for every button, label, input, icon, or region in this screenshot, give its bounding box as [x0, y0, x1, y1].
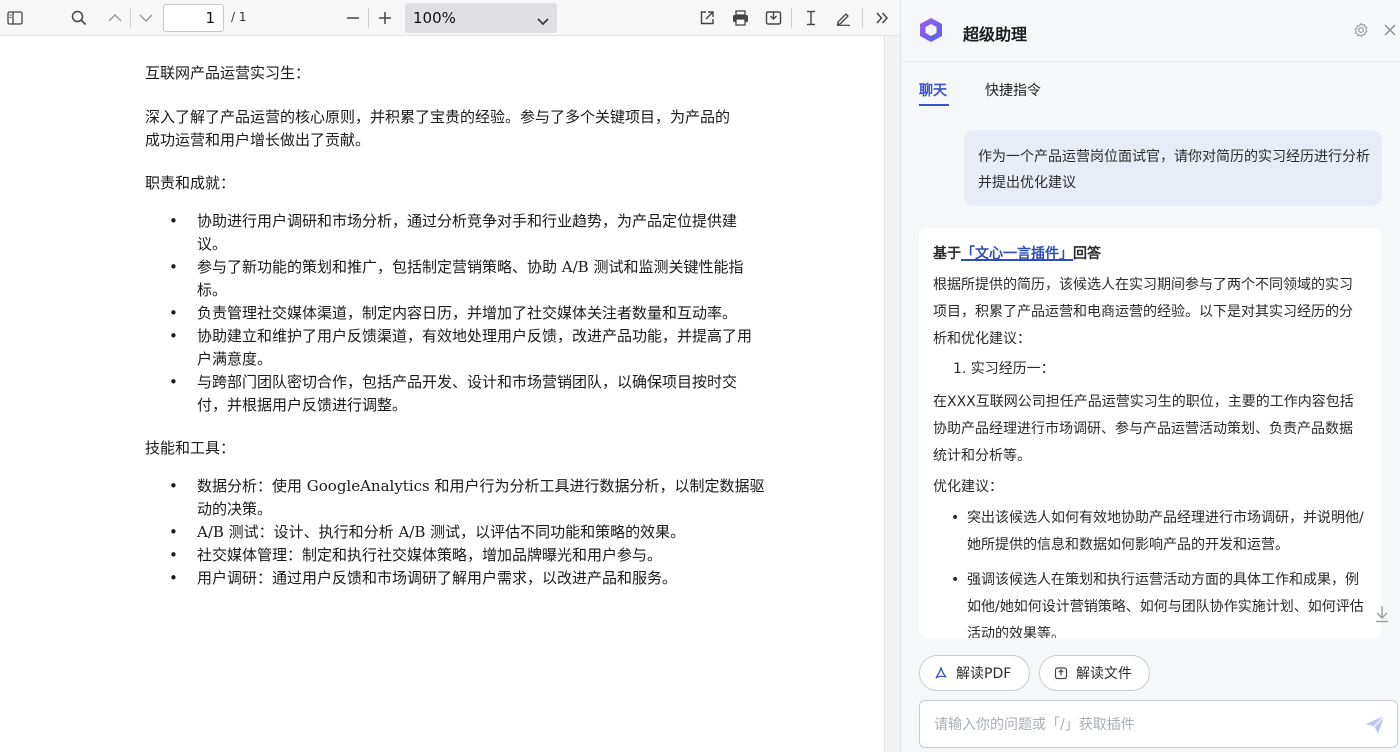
- page-total: / 1: [231, 10, 247, 24]
- user-message-bubble: 作为一个产品运营岗位面试官，请你对简历的实习经历进行分析并提出优化建议: [964, 130, 1382, 206]
- chip-label: 解读PDF: [956, 666, 1012, 682]
- assistant-header: 超级助理: [901, 0, 1400, 62]
- plugin-link[interactable]: 「文心一言插件」: [961, 246, 1073, 262]
- toolbar-divider: [791, 8, 792, 28]
- duties-heading: 职责和成就：: [145, 174, 236, 192]
- skills-heading: 技能和工具：: [145, 439, 236, 457]
- scroll-to-bottom-icon[interactable]: [1371, 603, 1393, 625]
- previous-page-icon[interactable]: [106, 6, 124, 30]
- answer-numbered-item: 1. 实习经历一：: [953, 361, 1055, 377]
- open-external-icon[interactable]: [697, 6, 717, 30]
- answer-title-prefix: 基于: [933, 246, 961, 262]
- pdf-icon: [934, 666, 948, 680]
- draw-icon[interactable]: [833, 6, 853, 30]
- assistant-panel: 超级助理 聊天 快捷指令 作为一个产品运营岗位面试官，请你对简历的实习经历进行分…: [900, 0, 1400, 752]
- close-icon[interactable]: [1383, 22, 1397, 41]
- page-number-input[interactable]: 1: [163, 4, 224, 32]
- chat-input-box: [919, 700, 1398, 748]
- intro-paragraph: 深入了解了产品运营的核心原则，并积累了宝贵的经验。参与了多个关键项目，为产品的成…: [145, 108, 731, 149]
- send-icon[interactable]: [1364, 714, 1386, 740]
- next-page-icon[interactable]: [137, 6, 155, 30]
- resume-content: 互联网产品运营实习生： 深入了解了产品运营的核心原则，并积累了宝贵的经验。参与了…: [145, 62, 765, 590]
- toolbar-divider: [130, 8, 131, 28]
- list-item: 与跨部门团队密切合作，包括产品开发、设计和市场营销团队，以确保项目按时交付，并根…: [145, 371, 765, 417]
- list-item: 强调该候选人在策划和执行运营活动方面的具体工作和成果，例如他/她如何设计营销策略…: [933, 567, 1366, 638]
- list-item: 参与了新功能的策划和推广，包括制定营销策略、协助 A/B 测试和监测关键性能指标…: [145, 256, 765, 302]
- assistant-title: 超级助理: [963, 25, 1028, 44]
- toolbar-divider: [368, 8, 369, 28]
- answer-paragraph: 在XXX互联网公司担任产品运营实习生的职位，主要的工作内容包括协助产品经理进行市…: [933, 394, 1354, 464]
- tab-chat[interactable]: 聊天: [919, 80, 947, 100]
- list-item: 突出该候选人如何有效地协助产品经理进行市场调研，并说明他/她所提供的信息和数据如…: [933, 505, 1366, 559]
- answer-title-suffix: 回答: [1073, 246, 1101, 262]
- answer-label: 优化建议：: [933, 479, 1003, 495]
- skills-list: 数据分析：使用 GoogleAnalytics 和用户行为分析工具进行数据分析，…: [145, 475, 765, 590]
- zoom-value: 100%: [413, 9, 456, 27]
- zoom-select[interactable]: 100%: [405, 3, 557, 33]
- zoom-in-icon[interactable]: [376, 6, 394, 30]
- save-icon[interactable]: [763, 6, 783, 30]
- gear-icon[interactable]: [1353, 22, 1369, 42]
- toolbar-divider: [862, 8, 863, 28]
- list-item: 社交媒体管理：制定和执行社交媒体策略，增加品牌曝光和用户参与。: [145, 544, 765, 567]
- answer-title: 基于「文心一言插件」回答: [933, 242, 1366, 266]
- section-heading: 互联网产品运营实习生：: [145, 64, 311, 82]
- pdf-page: 互联网产品运营实习生： 深入了解了产品运营的核心原则，并积累了宝贵的经验。参与了…: [0, 36, 884, 752]
- list-item: 用户调研：通过用户反馈和市场调研了解用户需求，以改进产品和服务。: [145, 567, 765, 590]
- interpret-pdf-button[interactable]: 解读PDF: [919, 655, 1030, 691]
- list-item: 数据分析：使用 GoogleAnalytics 和用户行为分析工具进行数据分析，…: [145, 475, 765, 521]
- search-icon[interactable]: [70, 6, 88, 30]
- pdf-viewer: 1 / 1 100% 互联网产品运营实习生： 深入了解了产品运营的核心原则，并积…: [0, 0, 900, 752]
- upload-file-icon: [1054, 666, 1068, 680]
- list-item: 协助进行用户调研和市场分析，通过分析竞争对手和行业趋势，为产品定位提供建议。: [145, 210, 765, 256]
- double-chevron-right-icon[interactable]: [872, 6, 892, 30]
- active-tab-indicator: [919, 104, 949, 106]
- pdf-scrollbar[interactable]: [884, 36, 900, 752]
- text-cursor-icon[interactable]: [802, 6, 820, 30]
- chat-input[interactable]: [934, 714, 1334, 736]
- chip-label: 解读文件: [1076, 666, 1132, 682]
- interpret-file-button[interactable]: 解读文件: [1039, 655, 1150, 691]
- list-item: A/B 测试：设计、执行和分析 A/B 测试，以评估不同功能和策略的效果。: [145, 521, 765, 544]
- zoom-out-icon[interactable]: [344, 6, 362, 30]
- assistant-logo-icon: [917, 16, 945, 44]
- list-item: 协助建立和维护了用户反馈渠道，有效地处理用户反馈，改进产品功能，并提高了用户满意…: [145, 325, 765, 371]
- answer-bullets: 突出该候选人如何有效地协助产品经理进行市场调研，并说明他/她所提供的信息和数据如…: [933, 505, 1366, 638]
- pdf-toolbar: 1 / 1 100%: [0, 0, 900, 36]
- tab-shortcuts[interactable]: 快捷指令: [985, 80, 1041, 100]
- chevron-down-icon: [537, 12, 549, 30]
- sidebar-toggle-icon[interactable]: [5, 6, 25, 30]
- list-item: 负责管理社交媒体渠道，制定内容日历，并增加了社交媒体关注者数量和互动率。: [145, 302, 765, 325]
- answer-paragraph: 根据所提供的简历，该候选人在实习期间参与了两个不同领域的实习项目，积累了产品运营…: [933, 277, 1353, 347]
- assistant-answer: 基于「文心一言插件」回答 根据所提供的简历，该候选人在实习期间参与了两个不同领域…: [919, 228, 1382, 638]
- duties-list: 协助进行用户调研和市场分析，通过分析竞争对手和行业趋势，为产品定位提供建议。 参…: [145, 210, 765, 417]
- print-icon[interactable]: [730, 6, 750, 30]
